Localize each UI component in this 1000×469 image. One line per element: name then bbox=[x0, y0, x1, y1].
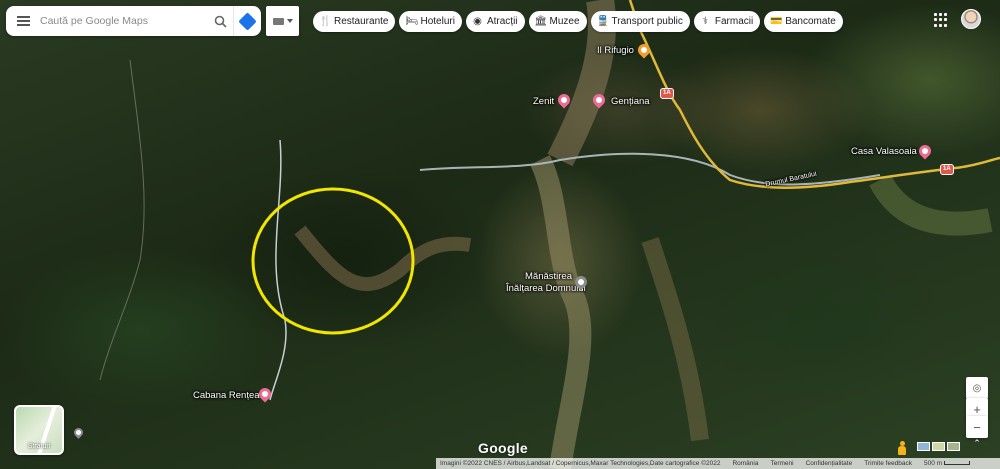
road-sign: 1A bbox=[660, 88, 674, 99]
search-button[interactable] bbox=[207, 6, 233, 36]
train-icon: 🚆 bbox=[596, 15, 609, 27]
terrain-thumb[interactable] bbox=[947, 442, 960, 451]
chip-muzee[interactable]: 🏛 Muzee bbox=[528, 11, 587, 32]
chip-hoteluri[interactable]: 🛏 Hoteluri bbox=[399, 11, 462, 32]
directions-icon bbox=[238, 11, 257, 31]
layers-switcher[interactable]: Straturi bbox=[14, 405, 64, 455]
chip-transport-public[interactable]: 🚆 Transport public bbox=[590, 11, 690, 32]
plus-icon: + bbox=[973, 401, 981, 417]
imagery-attribution: Imagini ©2022 CNES / Airbus,Landsat / Co… bbox=[440, 460, 721, 467]
search-input[interactable] bbox=[40, 9, 207, 33]
place-label-manastirea-line2[interactable]: Înălțarea Domnului bbox=[506, 283, 586, 294]
map-overlay bbox=[99, 0, 1000, 469]
chip-label: Atracții bbox=[486, 16, 518, 27]
layers-label: Straturi bbox=[27, 443, 51, 450]
satellite-map[interactable] bbox=[0, 0, 1000, 469]
scale-bar[interactable]: 500 m bbox=[924, 460, 971, 467]
directions-button[interactable] bbox=[233, 6, 261, 36]
country-link[interactable]: România bbox=[732, 460, 758, 467]
my-location-button[interactable]: ◎ bbox=[966, 377, 988, 399]
place-label-cabana-rentea[interactable]: Cabana Rențea bbox=[193, 390, 260, 401]
chip-label: Transport public bbox=[611, 16, 683, 27]
bed-icon: 🛏 bbox=[405, 15, 419, 27]
road-sign: 1A bbox=[940, 164, 954, 175]
imagery-thumb[interactable] bbox=[932, 442, 945, 451]
attribution-bar: Imagini ©2022 CNES / Airbus,Landsat / Co… bbox=[436, 458, 1000, 469]
crosshair-icon: ◎ bbox=[972, 382, 982, 394]
caret-down-icon bbox=[286, 19, 293, 23]
category-chips: 🍴 Restaurante 🛏 Hoteluri ◉ Atracții 🏛 Muzee … bbox=[313, 11, 843, 32]
chip-restaurante[interactable]: 🍴 Restaurante bbox=[313, 11, 396, 32]
search-box[interactable] bbox=[6, 6, 261, 36]
avatar[interactable] bbox=[961, 9, 981, 29]
place-label-casa-valasoaia[interactable]: Casa Valasoaia bbox=[851, 146, 917, 157]
camera-icon: ◉ bbox=[473, 15, 482, 27]
zoom-out-button[interactable]: − bbox=[966, 416, 988, 438]
feedback-link[interactable]: Trimite feedback bbox=[864, 460, 912, 467]
minus-icon: − bbox=[973, 419, 981, 435]
chip-farmacii[interactable]: ⚕ Farmacii bbox=[693, 11, 761, 32]
place-label-il-rifugio[interactable]: Il Rifugio bbox=[597, 45, 634, 56]
museum-icon: 🏛 bbox=[534, 15, 548, 27]
layer-icon bbox=[272, 17, 284, 25]
chip-label: Farmacii bbox=[714, 16, 754, 27]
layer-toggle-button[interactable] bbox=[266, 6, 299, 36]
terms-link[interactable]: Termeni bbox=[770, 460, 793, 467]
chip-label: Bancomate bbox=[785, 16, 836, 27]
pegman-icon[interactable] bbox=[898, 441, 906, 455]
expand-chevron-icon[interactable]: ⌃ bbox=[972, 438, 982, 452]
streetview-thumb[interactable] bbox=[917, 442, 930, 451]
fork-knife-icon: 🍴 bbox=[319, 15, 332, 27]
chip-atractii[interactable]: ◉ Atracții bbox=[465, 11, 525, 32]
place-label-gentiana[interactable]: Gențiana bbox=[611, 96, 650, 107]
chip-bancomate[interactable]: 💳 Bancomate bbox=[764, 11, 843, 32]
privacy-link[interactable]: Confidențialitate bbox=[806, 460, 853, 467]
atm-icon: 💳 bbox=[770, 15, 783, 27]
place-label-manastirea-line1[interactable]: Mănăstirea bbox=[525, 271, 572, 282]
menu-button[interactable] bbox=[6, 6, 40, 36]
place-label-zenit[interactable]: Zenit bbox=[533, 96, 554, 107]
apps-grid-icon[interactable] bbox=[934, 13, 948, 27]
chip-label: Hoteluri bbox=[420, 16, 455, 27]
menu-icon bbox=[16, 16, 30, 26]
search-icon bbox=[214, 15, 227, 28]
pharmacy-icon: ⚕ bbox=[702, 15, 709, 27]
google-logo: Google bbox=[478, 440, 529, 456]
chip-label: Muzee bbox=[549, 16, 580, 27]
chip-label: Restaurante bbox=[334, 16, 389, 27]
